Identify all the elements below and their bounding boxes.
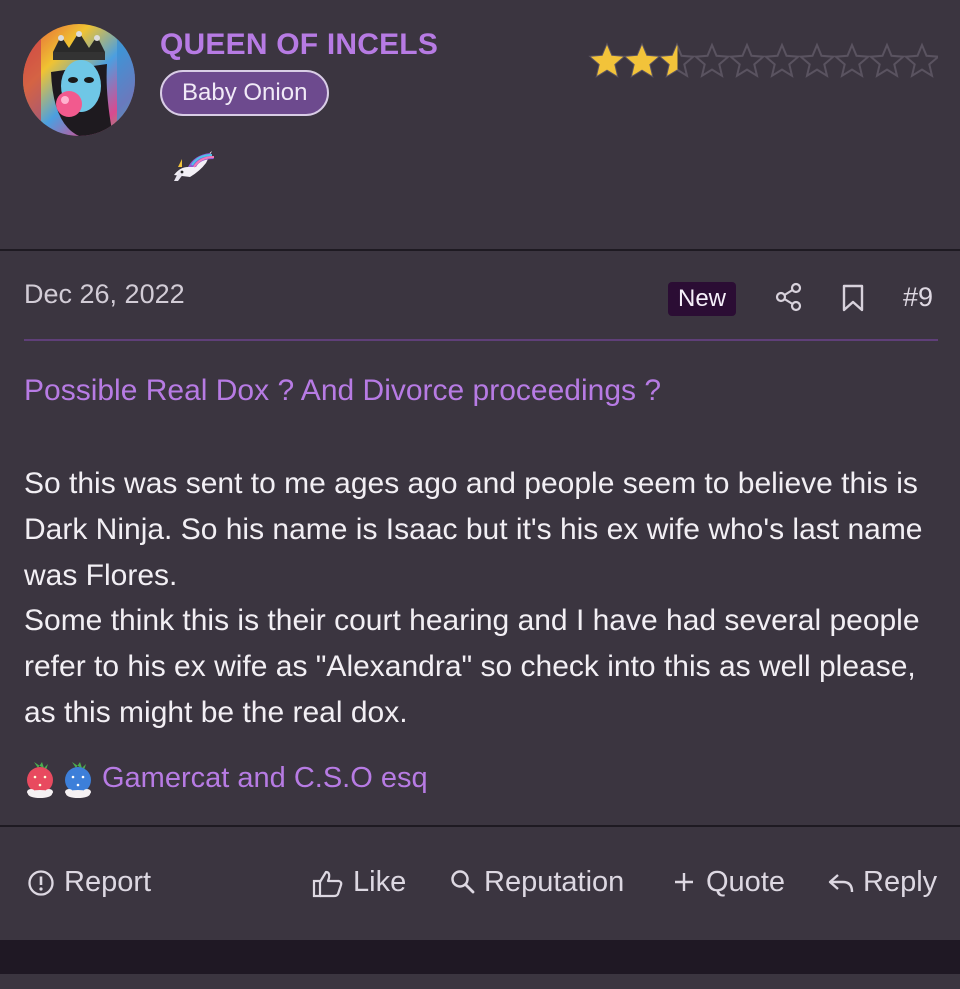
thumbs-up-icon [312, 870, 343, 898]
post-number-link[interactable]: #9 [903, 282, 933, 313]
report-button[interactable]: Report [27, 866, 157, 906]
post-user-header: QUEEN OF INCELS Baby Onion [0, 0, 960, 249]
reputation-label: Reputation [484, 866, 625, 898]
rating-star-empty [903, 42, 941, 78]
reply-button[interactable]: Reply [827, 866, 942, 906]
report-label: Report [64, 866, 152, 898]
quote-label: Quote [706, 866, 785, 898]
post-body-paragraph: So this was sent to me ages ago and peop… [24, 467, 923, 592]
new-badge: New [668, 282, 737, 316]
rating-star-empty [693, 42, 731, 78]
username-link[interactable]: QUEEN OF INCELS [160, 28, 438, 62]
post-body-paragraph: Some think this is their court hearing a… [24, 604, 920, 729]
alert-circle-icon [28, 870, 54, 896]
user-rating-stars [588, 40, 941, 84]
avatar-image [23, 24, 135, 136]
strawberry-cat-icon [22, 758, 58, 798]
post-separator-band [0, 940, 960, 974]
rating-star-empty [798, 42, 836, 78]
reputation-button[interactable]: Reputation [450, 866, 635, 906]
rating-star-empty [763, 42, 801, 78]
rating-star-filled [625, 45, 659, 76]
section-divider [0, 825, 960, 827]
like-button[interactable]: Like [312, 866, 412, 906]
share-icon[interactable] [774, 282, 804, 312]
rating-star-empty [833, 42, 871, 78]
blue-cat-icon [60, 758, 96, 798]
like-label: Like [353, 866, 407, 898]
unicorn-icon [170, 145, 218, 185]
post-date-link[interactable]: Dec 26, 2022 [24, 279, 185, 310]
bookmark-icon[interactable] [840, 283, 866, 313]
next-post-start [0, 974, 960, 989]
plus-icon [675, 873, 693, 891]
quote-button[interactable]: Quote [672, 866, 792, 906]
rating-star-filled [590, 45, 624, 76]
search-icon [451, 870, 475, 894]
rating-star-empty [728, 42, 766, 78]
reaction-users-link[interactable]: Gamercat and C.S.O esq [102, 762, 428, 795]
user-avatar[interactable] [23, 24, 135, 136]
rating-star-empty [868, 42, 906, 78]
reply-label: Reply [863, 866, 938, 898]
post-thread-title: Possible Real Dox ? And Divorce proceedi… [24, 374, 662, 407]
user-title-badge: Baby Onion [160, 70, 330, 116]
reply-arrow-icon [828, 874, 854, 893]
post-body: So this was sent to me ages ago and peop… [24, 461, 944, 736]
section-divider [0, 249, 960, 251]
post-header-divider [24, 339, 938, 341]
